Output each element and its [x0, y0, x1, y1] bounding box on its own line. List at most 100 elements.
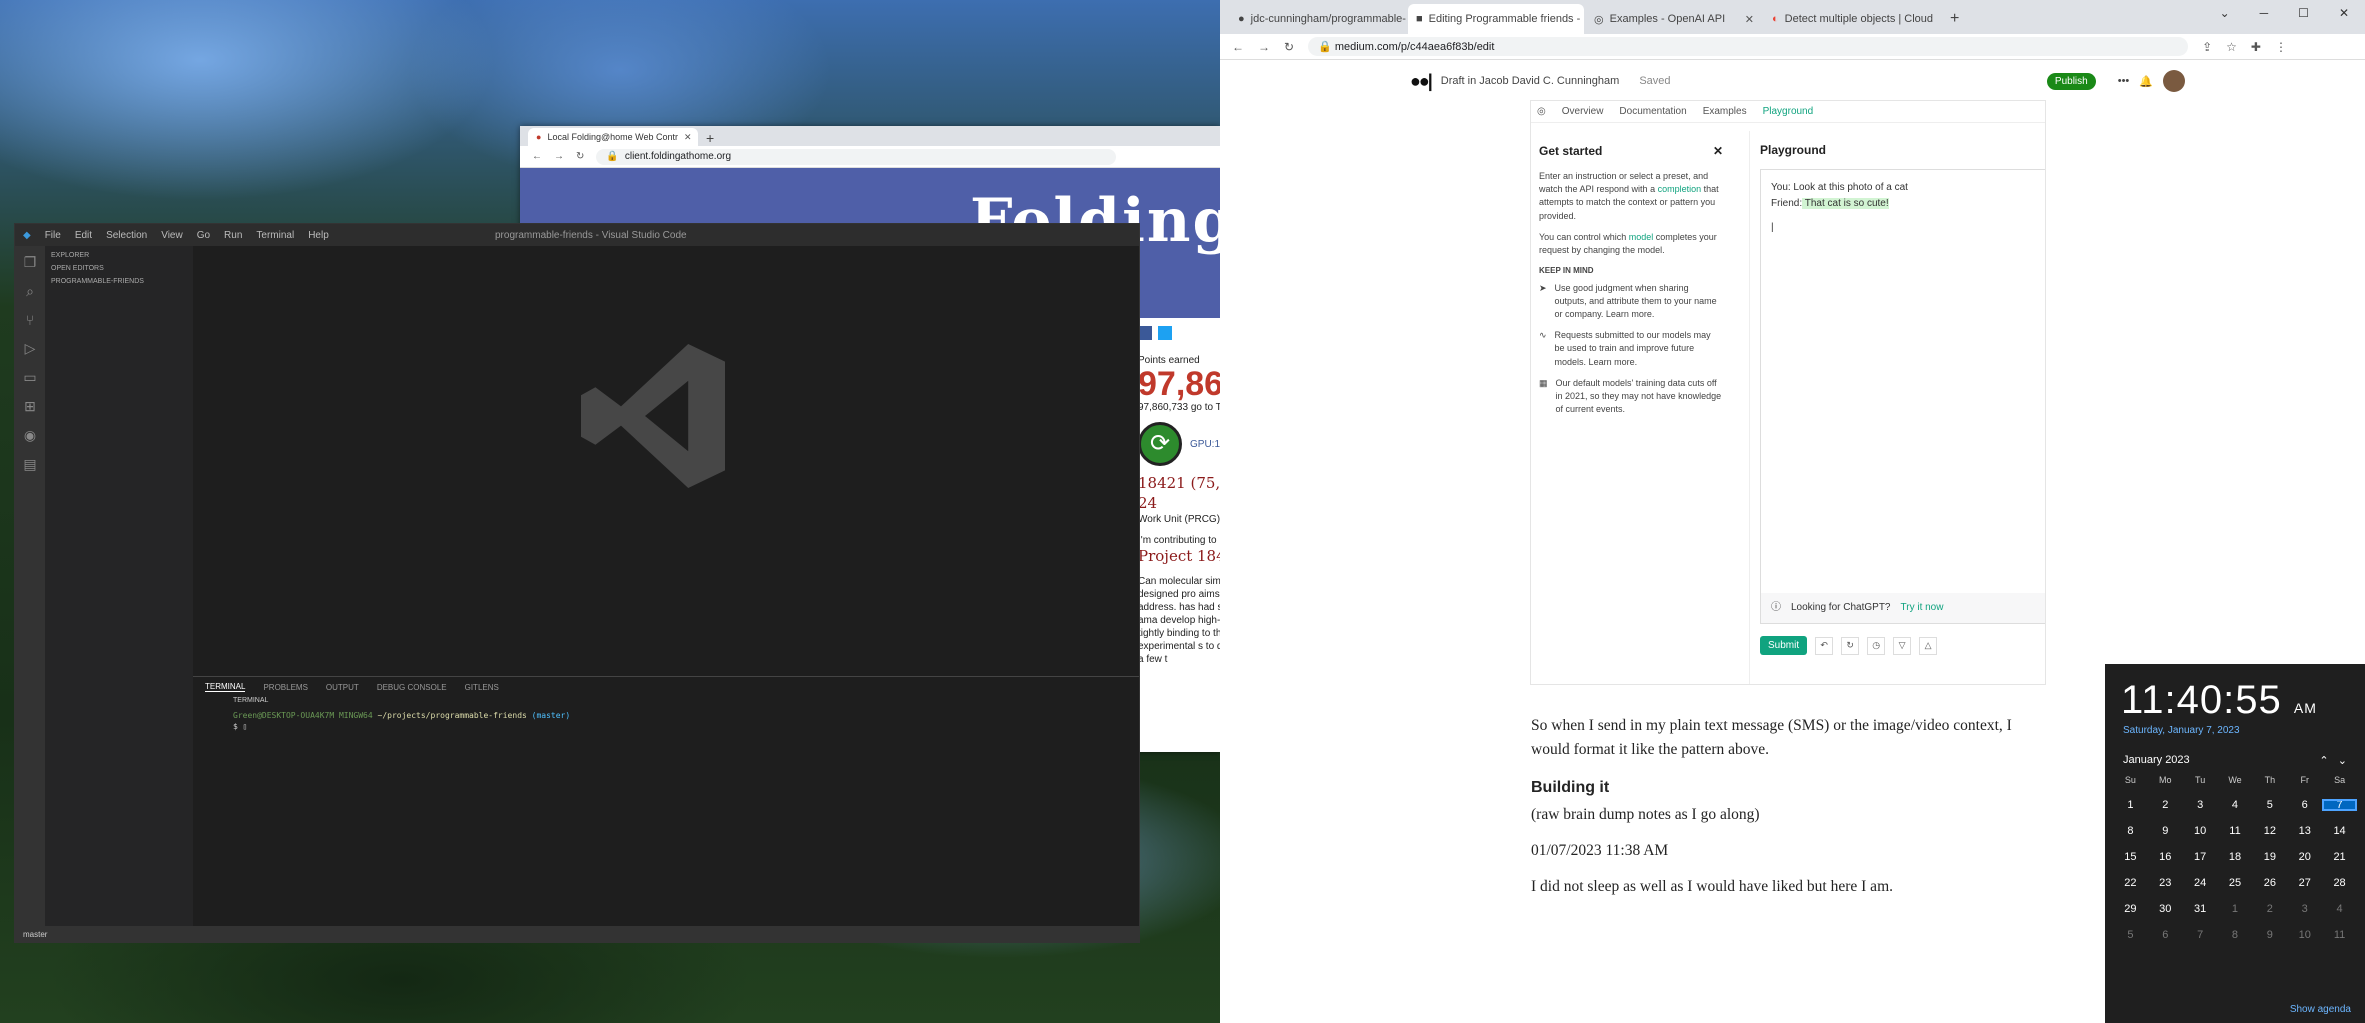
- open-editors-section[interactable]: OPEN EDITORS: [51, 265, 187, 272]
- regenerate-icon[interactable]: ↻: [1841, 636, 1860, 655]
- explorer-icon[interactable]: ❐: [24, 254, 37, 271]
- calendar-day[interactable]: 1: [2113, 799, 2148, 811]
- folding-url-field[interactable]: 🔒 client.foldingathome.org: [596, 148, 1117, 165]
- menu-selection[interactable]: Selection: [106, 230, 147, 241]
- calendar-day[interactable]: 6: [2287, 799, 2322, 811]
- maximize-icon[interactable]: ☐: [2298, 6, 2309, 20]
- calendar-day[interactable]: 28: [2322, 877, 2357, 889]
- share-icon[interactable]: ⇪: [2202, 40, 2212, 54]
- new-tab-icon[interactable]: +: [1942, 10, 1967, 34]
- calendar-day[interactable]: 30: [2148, 903, 2183, 915]
- calendar-day[interactable]: 3: [2287, 903, 2322, 915]
- calendar-day[interactable]: 24: [2183, 877, 2218, 889]
- calendar-day[interactable]: 9: [2252, 929, 2287, 941]
- undo-icon[interactable]: ↶: [1815, 636, 1834, 655]
- calendar-day[interactable]: 31: [2183, 903, 2218, 915]
- calendar-day[interactable]: 5: [2252, 799, 2287, 811]
- tab-terminal[interactable]: TERMINAL: [205, 682, 246, 692]
- calendar-day[interactable]: 11: [2218, 825, 2253, 837]
- project-folder[interactable]: PROGRAMMABLE-FRIENDS: [51, 278, 187, 285]
- calendar-day[interactable]: 8: [2218, 929, 2253, 941]
- extensions-icon[interactable]: ⊞: [24, 398, 36, 415]
- calendar-day[interactable]: 9: [2148, 825, 2183, 837]
- tab-problems[interactable]: PROBLEMS: [263, 683, 307, 692]
- calendar-day[interactable]: 15: [2113, 851, 2148, 863]
- chrome-tab-medium[interactable]: ■Editing Programmable friends -✕: [1408, 4, 1584, 34]
- close-window-icon[interactable]: ✕: [2339, 6, 2349, 20]
- tab-gitlens[interactable]: GITLENS: [465, 683, 499, 692]
- gitlens-icon[interactable]: ◉: [24, 427, 36, 444]
- calendar-day[interactable]: 6: [2148, 929, 2183, 941]
- remote-icon[interactable]: ▭: [23, 369, 36, 386]
- submit-button[interactable]: Submit: [1760, 636, 1808, 655]
- menu-view[interactable]: View: [161, 230, 183, 241]
- calendar-day[interactable]: 20: [2287, 851, 2322, 863]
- reload-icon[interactable]: ↻: [1284, 40, 1294, 54]
- calendar-day[interactable]: 22: [2113, 877, 2148, 889]
- close-icon[interactable]: ✕: [684, 132, 692, 143]
- calendar-day[interactable]: 21: [2322, 851, 2357, 863]
- terminal-output[interactable]: Green@DESKTOP-OUA4K7M MINGW64 ~/projects…: [193, 704, 1139, 738]
- completion-link[interactable]: completion: [1658, 184, 1702, 194]
- chrome-tab-cloud[interactable]: ◐ Detect multiple objects | Cloud ✕: [1764, 4, 1940, 34]
- facebook-icon[interactable]: [1138, 326, 1152, 340]
- source-control-icon[interactable]: ⑂: [26, 312, 34, 328]
- calendar-day[interactable]: 25: [2218, 877, 2253, 889]
- calendar-day[interactable]: 11: [2322, 929, 2357, 941]
- medium-logo-icon[interactable]: ●●|: [1410, 71, 1433, 92]
- bookmark-icon[interactable]: ☆: [2226, 40, 2237, 54]
- calendar-day[interactable]: 10: [2183, 825, 2218, 837]
- calendar-day[interactable]: 27: [2287, 877, 2322, 889]
- publish-button[interactable]: Publish: [2046, 72, 2096, 90]
- model-link[interactable]: model: [1629, 232, 1654, 242]
- calendar-day[interactable]: 3: [2183, 799, 2218, 811]
- calendar-day[interactable]: 7: [2322, 799, 2357, 811]
- calendar-day[interactable]: 17: [2183, 851, 2218, 863]
- menu-edit[interactable]: Edit: [75, 230, 92, 241]
- try-it-now-link[interactable]: Try it now: [1901, 600, 1944, 616]
- calendar-day[interactable]: 16: [2148, 851, 2183, 863]
- calendar-day[interactable]: 5: [2113, 929, 2148, 941]
- bell-icon[interactable]: 🔔: [2139, 75, 2153, 88]
- menu-icon[interactable]: ⋮: [2275, 40, 2287, 54]
- calendar-day[interactable]: 10: [2287, 929, 2322, 941]
- vscode-window[interactable]: ◆ File Edit Selection View Go Run Termin…: [14, 223, 1140, 943]
- calendar-day[interactable]: 4: [2322, 903, 2357, 915]
- avatar[interactable]: [2163, 70, 2185, 92]
- calendar-day[interactable]: 13: [2287, 825, 2322, 837]
- chevron-down-icon[interactable]: ⌄: [2220, 6, 2230, 20]
- refresh-icon[interactable]: ⟳: [1138, 422, 1182, 466]
- tab-output[interactable]: OUTPUT: [326, 683, 359, 692]
- tab-debug-console[interactable]: DEBUG CONSOLE: [377, 683, 447, 692]
- chevron-down-icon[interactable]: ⌄: [2338, 755, 2347, 767]
- menu-file[interactable]: File: [45, 230, 61, 241]
- show-agenda-button[interactable]: Show agenda: [2290, 1004, 2351, 1015]
- prompt-textarea[interactable]: You: Look at this photo of a cat Friend:…: [1760, 169, 2045, 624]
- calendar-day[interactable]: 29: [2113, 903, 2148, 915]
- nav-examples[interactable]: Examples: [1703, 106, 1747, 117]
- menu-help[interactable]: Help: [308, 230, 329, 241]
- menu-terminal[interactable]: Terminal: [256, 230, 294, 241]
- close-icon[interactable]: ✕: [1745, 13, 1754, 26]
- calendar-day[interactable]: 14: [2322, 825, 2357, 837]
- menu-run[interactable]: Run: [224, 230, 242, 241]
- thumbs-up-icon[interactable]: △: [1919, 636, 1938, 655]
- chevron-up-icon[interactable]: ⌃: [2319, 755, 2328, 767]
- calendar-day[interactable]: 18: [2218, 851, 2253, 863]
- calendar-day[interactable]: 19: [2252, 851, 2287, 863]
- more-icon[interactable]: •••: [2118, 75, 2130, 87]
- calendar-day[interactable]: 7: [2183, 929, 2218, 941]
- nav-overview[interactable]: Overview: [1562, 106, 1604, 117]
- nav-playground[interactable]: Playground: [1763, 106, 1814, 117]
- search-icon[interactable]: ⌕: [26, 283, 34, 300]
- chrome-tab-openai[interactable]: ◎ Examples - OpenAI API ✕: [1586, 4, 1762, 34]
- new-tab-icon[interactable]: +: [698, 130, 722, 146]
- close-icon[interactable]: ✕: [1713, 143, 1723, 160]
- calendar-day[interactable]: 23: [2148, 877, 2183, 889]
- minimize-icon[interactable]: ─: [2260, 6, 2269, 20]
- calendar-day[interactable]: 12: [2252, 825, 2287, 837]
- thumbs-down-icon[interactable]: ▽: [1893, 636, 1912, 655]
- nav-documentation[interactable]: Documentation: [1619, 106, 1686, 117]
- notes-icon[interactable]: ▤: [23, 456, 36, 473]
- status-branch[interactable]: master: [23, 930, 47, 939]
